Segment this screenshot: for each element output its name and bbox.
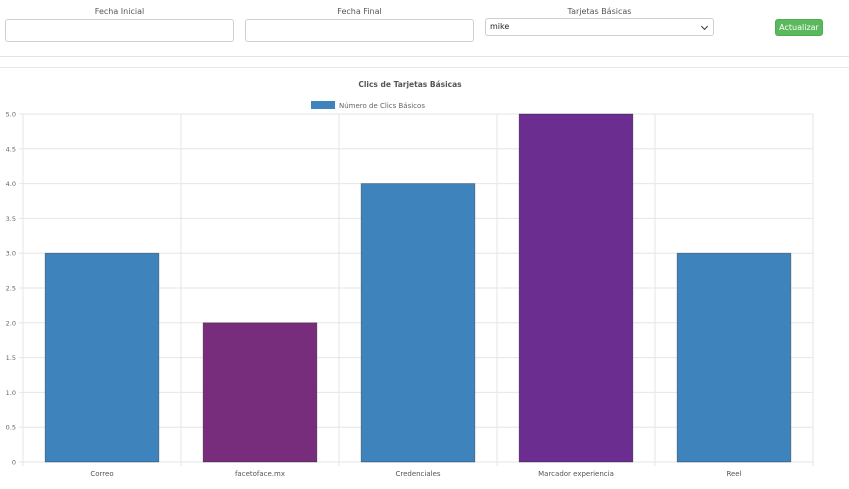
y-tick-label: 4.5 xyxy=(6,145,16,153)
x-tick-label: facetoface.mx xyxy=(235,470,285,478)
tarjetas-select-value: mike xyxy=(490,22,510,31)
bar-credenciales[interactable] xyxy=(360,183,476,463)
y-tick-label: 4.0 xyxy=(6,180,16,188)
tarjetas-select[interactable]: mike xyxy=(485,18,714,36)
bar-facetoface-mx[interactable] xyxy=(202,322,318,463)
y-tick-label: 3.0 xyxy=(6,250,16,258)
y-tick-label: 2.0 xyxy=(6,319,16,327)
legend-swatch[interactable] xyxy=(311,101,335,109)
chart-container: Clics de Tarjetas Básicas Número de Clic… xyxy=(0,70,849,485)
x-axis: Correo facetoface.mx Credenciales Marcador … xyxy=(90,470,741,478)
y-tick-label: 1.0 xyxy=(6,389,16,397)
fecha-inicial-input[interactable] xyxy=(5,19,234,42)
x-tick-label: Credenciales xyxy=(395,470,440,478)
x-tick-label: Marcador experiencia xyxy=(538,470,614,478)
fecha-final-input[interactable] xyxy=(245,19,474,42)
chart-bars xyxy=(44,113,792,463)
y-axis: 0 0.5 1.0 1.5 2.0 2.5 3.0 3.5 4.0 4.5 5.0 xyxy=(6,111,16,467)
bar-chart: Clics de Tarjetas Básicas Número de Clic… xyxy=(6,80,814,478)
y-tick-label: 3.5 xyxy=(6,215,16,223)
y-tick-label: 1.5 xyxy=(6,354,16,362)
bar-reel[interactable] xyxy=(676,252,792,463)
y-tick-label: 5.0 xyxy=(6,111,16,119)
bar-marcador-experiencia[interactable] xyxy=(518,113,634,463)
filter-bar: Fecha Inicial Fecha Final Tarjetas Básic… xyxy=(0,0,849,57)
y-tick-label: 0 xyxy=(12,459,16,467)
update-button[interactable]: Actualizar xyxy=(775,19,823,36)
fecha-inicial-label: Fecha Inicial xyxy=(94,7,145,16)
chart-title: Clics de Tarjetas Básicas xyxy=(358,80,462,89)
bar-correo[interactable] xyxy=(44,252,160,463)
x-tick-label: Reel xyxy=(726,470,741,478)
x-tick-label: Correo xyxy=(90,470,113,478)
tarjetas-label: Tarjetas Básicas xyxy=(567,7,632,16)
y-tick-label: 0.5 xyxy=(6,424,16,432)
section-divider xyxy=(0,67,849,68)
y-tick-label: 2.5 xyxy=(6,285,16,293)
chevron-down-icon xyxy=(700,22,709,31)
fecha-final-label: Fecha Final xyxy=(337,7,382,16)
legend-label[interactable]: Número de Clics Básicos xyxy=(339,102,425,110)
